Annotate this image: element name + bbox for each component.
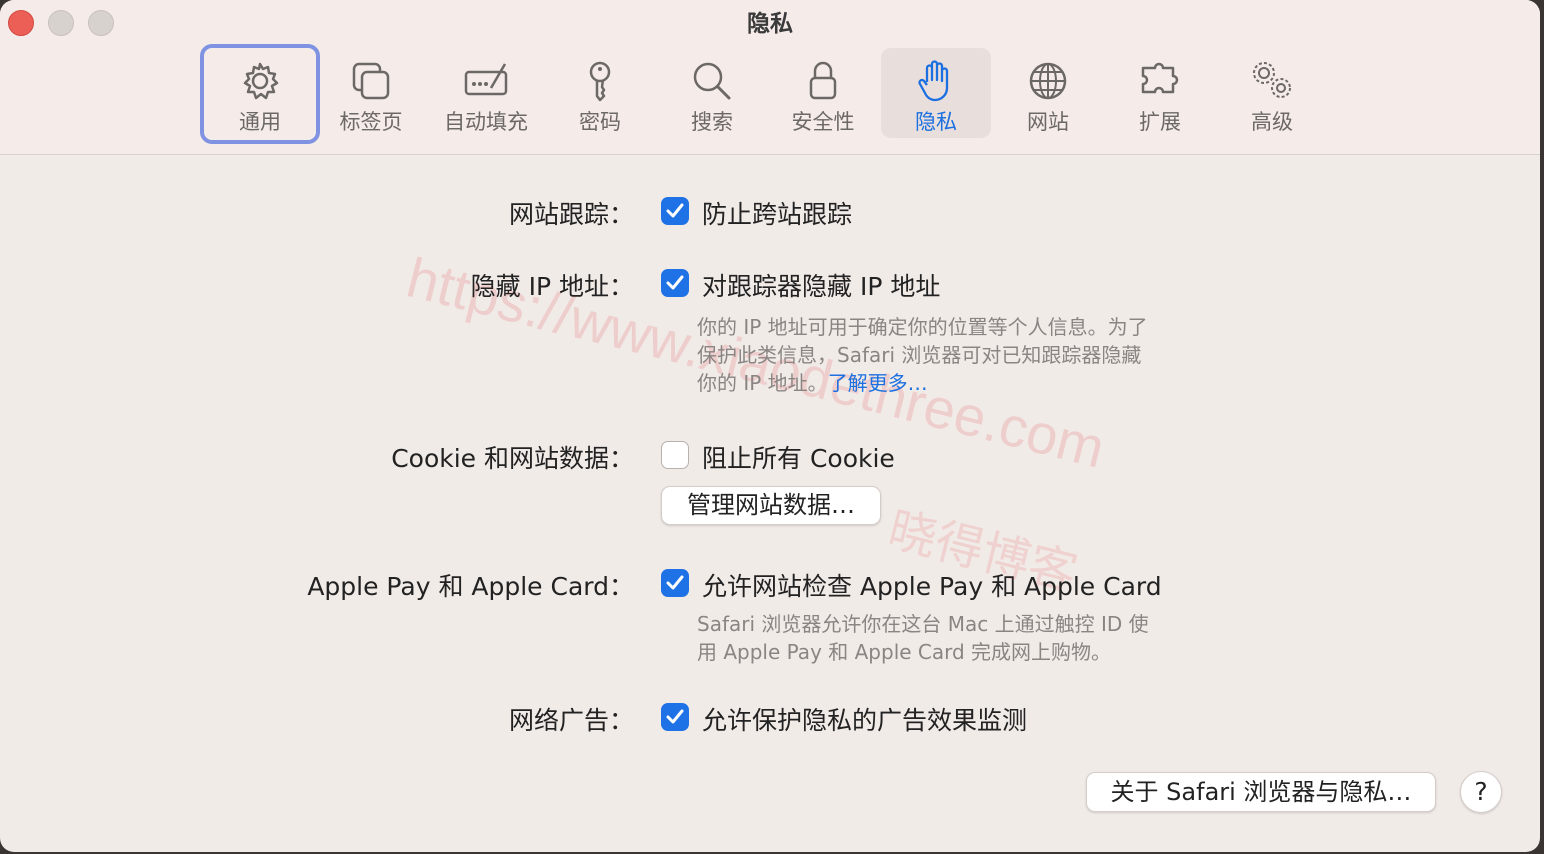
hide-ip-desc-line3-text: 你的 IP 地址。 <box>697 371 828 395</box>
tab-tabs-label: 标签页 <box>339 110 403 134</box>
window-title: 隐私 <box>747 11 793 37</box>
tab-privacy[interactable]: 隐私 <box>881 48 991 138</box>
checkmark-icon <box>666 203 684 218</box>
apple-pay-desc-line2: 用 Apple Pay 和 Apple Card 完成网上购物。 <box>697 640 1112 664</box>
checkmark-icon <box>666 709 684 724</box>
hand-icon <box>918 60 949 102</box>
tab-general-label: 通用 <box>239 110 281 134</box>
about-safari-privacy-button[interactable]: 关于 Safari 浏览器与隐私… <box>1086 772 1436 812</box>
tab-security-label: 安全性 <box>791 110 855 134</box>
lock-icon <box>809 61 837 100</box>
hide-ip-desc-line1: 你的 IP 地址可用于确定你的位置等个人信息。为了 <box>697 315 1148 339</box>
tab-websites[interactable]: 网站 <box>996 48 1100 138</box>
globe-icon <box>1029 62 1067 100</box>
manage-website-data-button[interactable]: 管理网站数据… <box>661 486 881 525</box>
cookies-label: Cookie 和网站数据： <box>391 444 634 473</box>
gear-icon <box>243 62 279 100</box>
apple-pay-desc-line1: Safari 浏览器允许你在这台 Mac 上通过触控 ID 使 <box>697 612 1149 636</box>
apple-pay-option-label[interactable]: 允许网站检查 Apple Pay 和 Apple Card <box>702 567 1162 603</box>
prevent-tracking-checkbox[interactable] <box>661 197 689 225</box>
hide-ip-label: 隐藏 IP 地址： <box>470 272 634 301</box>
block-cookies-checkbox[interactable] <box>661 441 689 469</box>
tab-passwords[interactable]: 密码 <box>548 48 652 138</box>
block-cookies-label[interactable]: 阻止所有 Cookie <box>702 439 895 475</box>
help-button[interactable]: ? <box>1460 771 1502 813</box>
tab-search-label: 搜索 <box>691 110 733 134</box>
tracking-label: 网站跟踪： <box>508 200 634 229</box>
hide-ip-desc-line2: 保护此类信息，Safari 浏览器可对已知跟踪器隐藏 <box>697 343 1142 367</box>
titlebar: 隐私 通用 标签页 自动填充 密码 搜索 安全性 隐私 网站 扩展 高级 <box>0 0 1540 155</box>
hide-ip-checkbox[interactable] <box>661 269 689 297</box>
autofill-icon <box>464 63 508 96</box>
tabs-icon <box>352 62 390 100</box>
tab-search[interactable]: 搜索 <box>660 48 764 138</box>
gears-icon <box>1253 62 1291 98</box>
learn-more-link[interactable]: 了解更多… <box>828 371 928 395</box>
ad-measurement-checkbox[interactable] <box>661 703 689 731</box>
puzzle-icon <box>1141 62 1179 94</box>
preferences-toolbar: 通用 标签页 自动填充 密码 搜索 安全性 隐私 网站 扩展 高级 <box>0 44 1540 144</box>
apple-pay-description: Safari 浏览器允许你在这台 Mac 上通过触控 ID 使 用 Apple … <box>697 610 1197 666</box>
apple-pay-checkbox[interactable] <box>661 569 689 597</box>
tab-advanced[interactable]: 高级 <box>1220 48 1324 138</box>
tab-websites-label: 网站 <box>1027 110 1069 134</box>
ads-label: 网络广告： <box>508 706 634 735</box>
tab-autofill[interactable]: 自动填充 <box>434 48 538 138</box>
prevent-tracking-label[interactable]: 防止跨站跟踪 <box>702 195 852 231</box>
tab-advanced-label: 高级 <box>1251 110 1293 134</box>
search-icon <box>693 62 731 100</box>
hide-ip-desc-line3: 你的 IP 地址。了解更多… <box>697 369 1197 397</box>
tab-security[interactable]: 安全性 <box>771 48 875 138</box>
hide-ip-option-label[interactable]: 对跟踪器隐藏 IP 地址 <box>702 267 940 303</box>
preferences-window: 隐私 通用 标签页 自动填充 密码 搜索 安全性 隐私 网站 扩展 高级 htt… <box>0 0 1540 852</box>
checkmark-icon <box>666 575 684 590</box>
key-icon <box>589 61 611 102</box>
tab-tabs[interactable]: 标签页 <box>319 48 423 138</box>
tab-autofill-label: 自动填充 <box>444 110 528 134</box>
tab-extensions[interactable]: 扩展 <box>1108 48 1212 138</box>
tab-general[interactable]: 通用 <box>200 44 320 144</box>
tab-privacy-label: 隐私 <box>915 110 957 134</box>
apple-pay-label: Apple Pay 和 Apple Card： <box>307 572 634 601</box>
tab-passwords-label: 密码 <box>579 110 621 134</box>
hide-ip-description: 你的 IP 地址可用于确定你的位置等个人信息。为了 保护此类信息，Safari … <box>697 313 1197 397</box>
tab-extensions-label: 扩展 <box>1139 110 1181 134</box>
ad-measurement-label[interactable]: 允许保护隐私的广告效果监测 <box>702 701 1027 737</box>
checkmark-icon <box>666 275 684 290</box>
